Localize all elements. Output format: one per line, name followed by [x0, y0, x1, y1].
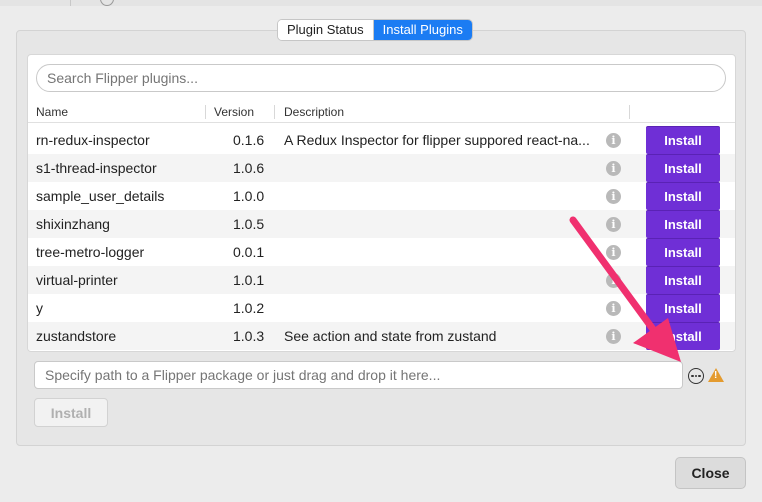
plugin-list-card: Name Version Description rn-redux-inspec…	[27, 54, 736, 352]
column-divider[interactable]	[205, 105, 206, 119]
plugin-version: 1.0.0	[233, 188, 265, 204]
plugin-name: virtual-printer	[36, 272, 118, 288]
plugin-name: rn-redux-inspector	[36, 132, 150, 148]
plugin-version: 1.0.6	[233, 160, 265, 176]
plugin-version: 1.0.5	[233, 216, 265, 232]
info-icon[interactable]: i	[606, 189, 621, 204]
close-button[interactable]: Close	[675, 457, 746, 489]
plugin-version: 1.0.1	[233, 272, 265, 288]
install-button[interactable]: Install	[646, 126, 720, 154]
column-divider[interactable]	[274, 105, 275, 119]
table-row[interactable]: rn-redux-inspector 0.1.6 A Redux Inspect…	[28, 126, 735, 154]
plugin-name: sample_user_details	[36, 188, 165, 204]
table-row[interactable]: shixinzhang 1.0.5 i Install	[28, 210, 735, 238]
plugin-version: 1.0.2	[233, 300, 265, 316]
plugin-name: s1-thread-inspector	[36, 160, 157, 176]
more-icon-dot	[691, 374, 694, 377]
window-top-strip	[0, 0, 762, 6]
table-header: Name Version Description	[28, 101, 735, 123]
table-row[interactable]: virtual-printer 1.0.1 i Install	[28, 266, 735, 294]
warning-icon[interactable]: !	[708, 368, 724, 382]
install-button[interactable]: Install	[646, 210, 720, 238]
plugin-version: 0.0.1	[233, 244, 265, 260]
install-package-button[interactable]: Install	[34, 398, 108, 427]
column-divider[interactable]	[629, 105, 630, 119]
column-header-name[interactable]: Name	[36, 101, 68, 123]
table-row[interactable]: tree-metro-logger 0.0.1 i Install	[28, 238, 735, 266]
search-input[interactable]	[36, 64, 726, 92]
column-header-version[interactable]: Version	[214, 101, 254, 123]
plugin-name: zustandstore	[36, 328, 117, 344]
plugin-name: tree-metro-logger	[36, 244, 145, 260]
plugin-rows: rn-redux-inspector 0.1.6 A Redux Inspect…	[28, 126, 735, 350]
more-icon[interactable]	[688, 368, 704, 384]
more-icon-dot	[698, 374, 701, 377]
warning-icon-mark: !	[714, 370, 718, 381]
install-button[interactable]: Install	[646, 154, 720, 182]
install-button[interactable]: Install	[646, 182, 720, 210]
info-icon[interactable]: i	[606, 133, 621, 148]
top-strip-divider	[70, 0, 71, 6]
info-icon[interactable]: i	[606, 217, 621, 232]
more-icon-dot	[694, 374, 697, 377]
table-row[interactable]: zustandstore 1.0.3 See action and state …	[28, 322, 735, 350]
tab-install-plugins[interactable]: Install Plugins	[373, 20, 472, 40]
install-button[interactable]: Install	[646, 266, 720, 294]
tab-bar: Plugin Status Install Plugins	[277, 19, 473, 41]
search-icon	[100, 0, 114, 6]
plugin-description: A Redux Inspector for flipper suppored r…	[284, 132, 590, 148]
tab-plugin-status[interactable]: Plugin Status	[278, 20, 374, 40]
table-row[interactable]: s1-thread-inspector 1.0.6 i Install	[28, 154, 735, 182]
package-path-input[interactable]	[34, 361, 683, 389]
table-row[interactable]: y 1.0.2 i Install	[28, 294, 735, 322]
install-button[interactable]: Install	[646, 322, 720, 350]
info-icon[interactable]: i	[606, 273, 621, 288]
plugin-name: shixinzhang	[36, 216, 110, 232]
plugin-description: See action and state from zustand	[284, 328, 497, 344]
info-icon[interactable]: i	[606, 245, 621, 260]
install-button[interactable]: Install	[646, 238, 720, 266]
install-button[interactable]: Install	[646, 294, 720, 322]
plugin-name: y	[36, 300, 43, 316]
info-icon[interactable]: i	[606, 161, 621, 176]
table-row[interactable]: sample_user_details 1.0.0 i Install	[28, 182, 735, 210]
column-header-description[interactable]: Description	[284, 101, 344, 123]
info-icon[interactable]: i	[606, 329, 621, 344]
info-icon[interactable]: i	[606, 301, 621, 316]
